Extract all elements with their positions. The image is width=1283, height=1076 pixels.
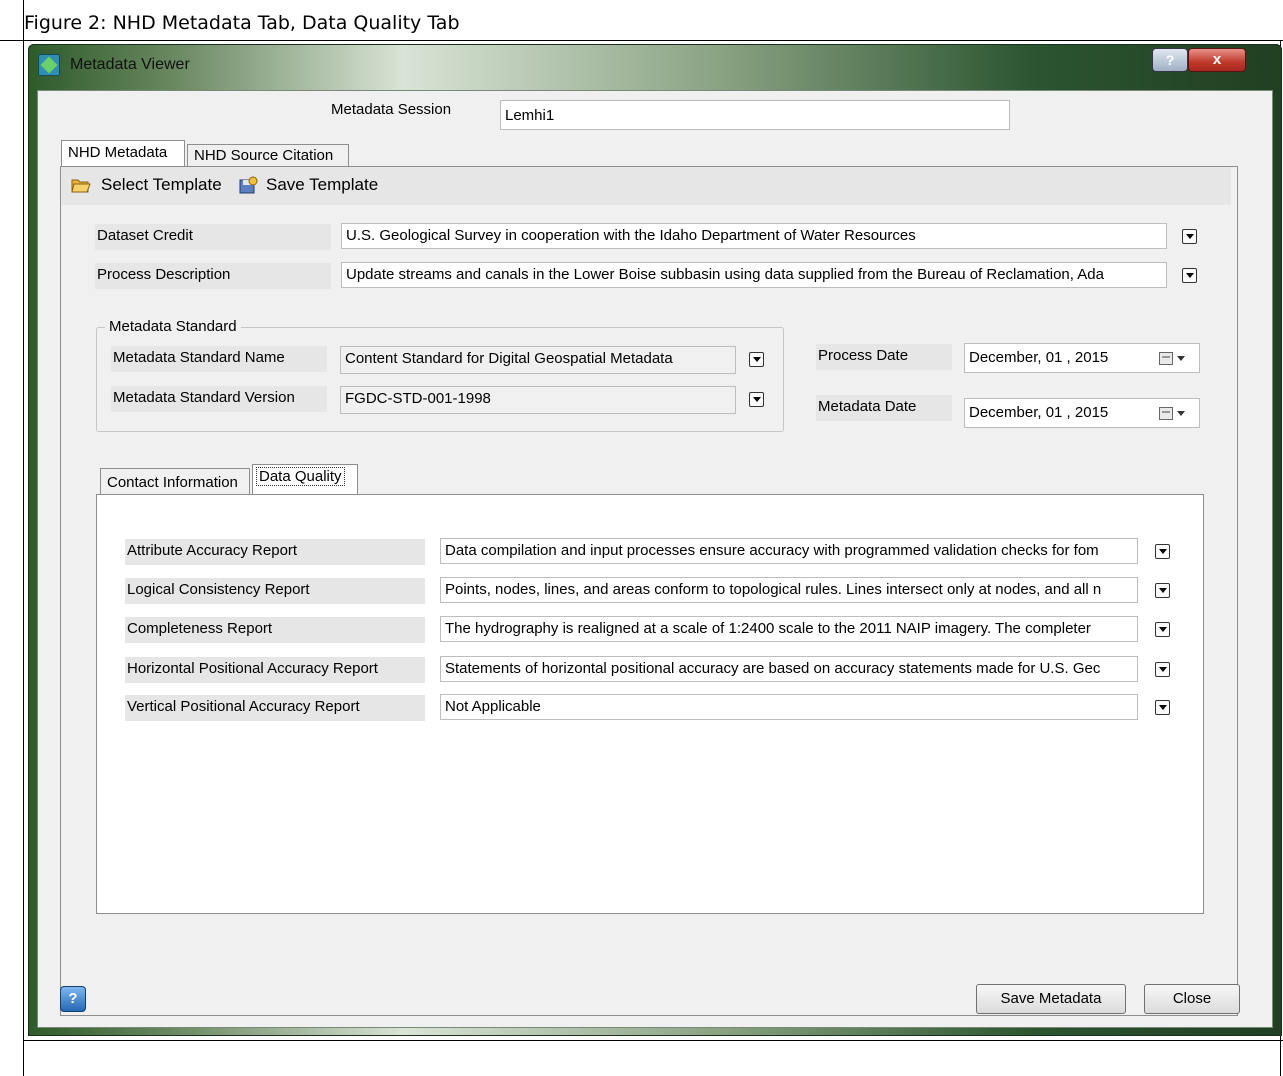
figure-caption: Figure 2: NHD Metadata Tab, Data Quality… (24, 12, 460, 34)
tab-contact-information[interactable]: Contact Information (100, 468, 250, 495)
tab-data-quality-label: Data Quality (256, 467, 345, 486)
dataset-credit-label: Dataset Credit (95, 224, 331, 250)
data-quality-panel: Attribute Accuracy Report Data compilati… (96, 494, 1204, 914)
process-description-input[interactable]: Update streams and canals in the Lower B… (341, 262, 1167, 288)
calendar-icon[interactable] (1159, 352, 1173, 365)
process-date-picker[interactable]: December, 01 , 2015 (964, 343, 1200, 373)
close-button[interactable]: Close (1144, 984, 1240, 1014)
completeness-input[interactable]: The hydrography is realigned at a scale … (440, 616, 1138, 642)
metadata-standard-version-label: Metadata Standard Version (111, 386, 327, 412)
metadata-standard-version-dropdown[interactable] (749, 392, 764, 407)
metadata-date-value: December, 01 , 2015 (969, 404, 1109, 421)
horizontal-accuracy-dropdown[interactable] (1155, 662, 1170, 677)
calendar-icon[interactable] (1159, 407, 1173, 420)
attribute-accuracy-label: Attribute Accuracy Report (125, 539, 425, 565)
process-date-value: December, 01 , 2015 (969, 349, 1109, 366)
tab-data-quality[interactable]: Data Quality (252, 464, 358, 495)
save-template-icon[interactable] (237, 175, 259, 195)
figure-border (23, 1040, 1283, 1041)
tab-nhd-source-citation[interactable]: NHD Source Citation (187, 144, 349, 167)
help-button[interactable]: ? (1152, 48, 1188, 72)
metadata-standard-group-title: Metadata Standard (105, 318, 241, 335)
horizontal-accuracy-label: Horizontal Positional Accuracy Report (125, 657, 425, 683)
metadata-standard-group (96, 327, 784, 432)
close-window-button[interactable]: x (1188, 48, 1246, 72)
metadata-standard-version-input[interactable]: FGDC-STD-001-1998 (340, 386, 736, 414)
metadata-viewer-window: Metadata Viewer ? x Metadata Session Lem… (28, 44, 1282, 1036)
attribute-accuracy-input[interactable]: Data compilation and input processes ens… (440, 538, 1138, 564)
metadata-standard-name-label: Metadata Standard Name (111, 346, 327, 372)
chevron-down-icon[interactable] (1177, 356, 1185, 361)
figure-border (23, 0, 24, 1076)
process-description-label: Process Description (95, 263, 331, 289)
metadata-date-picker[interactable]: December, 01 , 2015 (964, 398, 1200, 428)
dialog-client-area: Metadata Session Lemhi1 NHD Metadata NHD… (37, 90, 1273, 1028)
dataset-credit-input[interactable]: U.S. Geological Survey in cooperation wi… (341, 223, 1167, 249)
metadata-standard-name-dropdown[interactable] (749, 352, 764, 367)
completeness-dropdown[interactable] (1155, 622, 1170, 637)
horizontal-accuracy-input[interactable]: Statements of horizontal positional accu… (440, 656, 1138, 682)
logical-consistency-label: Logical Consistency Report (125, 578, 425, 604)
folder-open-icon[interactable] (71, 176, 91, 194)
metadata-session-input[interactable]: Lemhi1 (500, 100, 1010, 130)
chevron-down-icon[interactable] (1177, 411, 1185, 416)
select-template-button[interactable]: Select Template (101, 175, 222, 195)
tab-nhd-metadata[interactable]: NHD Metadata (61, 140, 185, 167)
logical-consistency-input[interactable]: Points, nodes, lines, and areas conform … (440, 577, 1138, 603)
figure-border (0, 40, 1283, 41)
attribute-accuracy-dropdown[interactable] (1155, 544, 1170, 559)
nhd-metadata-panel: Select Template Save Template Dataset Cr… (60, 166, 1238, 1016)
process-date-label: Process Date (816, 344, 952, 370)
process-description-dropdown[interactable] (1182, 268, 1197, 283)
metadata-standard-name-input[interactable]: Content Standard for Digital Geospatial … (340, 346, 736, 374)
title-bar[interactable]: Metadata Viewer ? x (28, 44, 1282, 90)
completeness-label: Completeness Report (125, 617, 425, 643)
dataset-credit-dropdown[interactable] (1182, 229, 1197, 244)
save-metadata-button[interactable]: Save Metadata (976, 984, 1126, 1014)
app-icon (38, 54, 60, 76)
help-icon[interactable]: ? (60, 986, 86, 1012)
vertical-accuracy-input[interactable]: Not Applicable (440, 694, 1138, 720)
window-title: Metadata Viewer (70, 56, 190, 73)
metadata-session-label: Metadata Session (331, 101, 452, 118)
vertical-accuracy-dropdown[interactable] (1155, 700, 1170, 715)
metadata-date-label: Metadata Date (816, 395, 952, 421)
vertical-accuracy-label: Vertical Positional Accuracy Report (125, 695, 425, 721)
logical-consistency-dropdown[interactable] (1155, 583, 1170, 598)
save-template-button[interactable]: Save Template (266, 175, 378, 195)
